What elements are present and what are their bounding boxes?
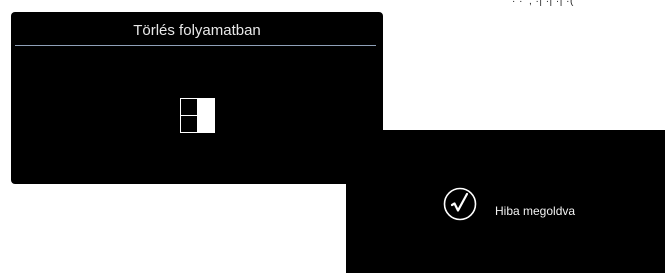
deleting-progress-dialog: Törlés folyamatban (11, 12, 383, 184)
spinner-cell-top-right (197, 98, 215, 116)
title-divider (15, 45, 376, 46)
issue-resolved-panel: Hiba megoldva (346, 130, 665, 273)
grid-spinner-icon (180, 98, 216, 134)
spinner-cell-bottom-right (197, 115, 215, 133)
dialog-title: Törlés folyamatban (133, 22, 261, 39)
cropped-text-fragment: · · ’, ·| ·| ·| ·( (512, 0, 574, 7)
resolved-message: Hiba megoldva (495, 204, 576, 218)
spinner-cell-bottom-left (180, 115, 198, 133)
spinner-cell-top-left (180, 98, 198, 116)
checkmark-circle-icon (443, 187, 477, 221)
